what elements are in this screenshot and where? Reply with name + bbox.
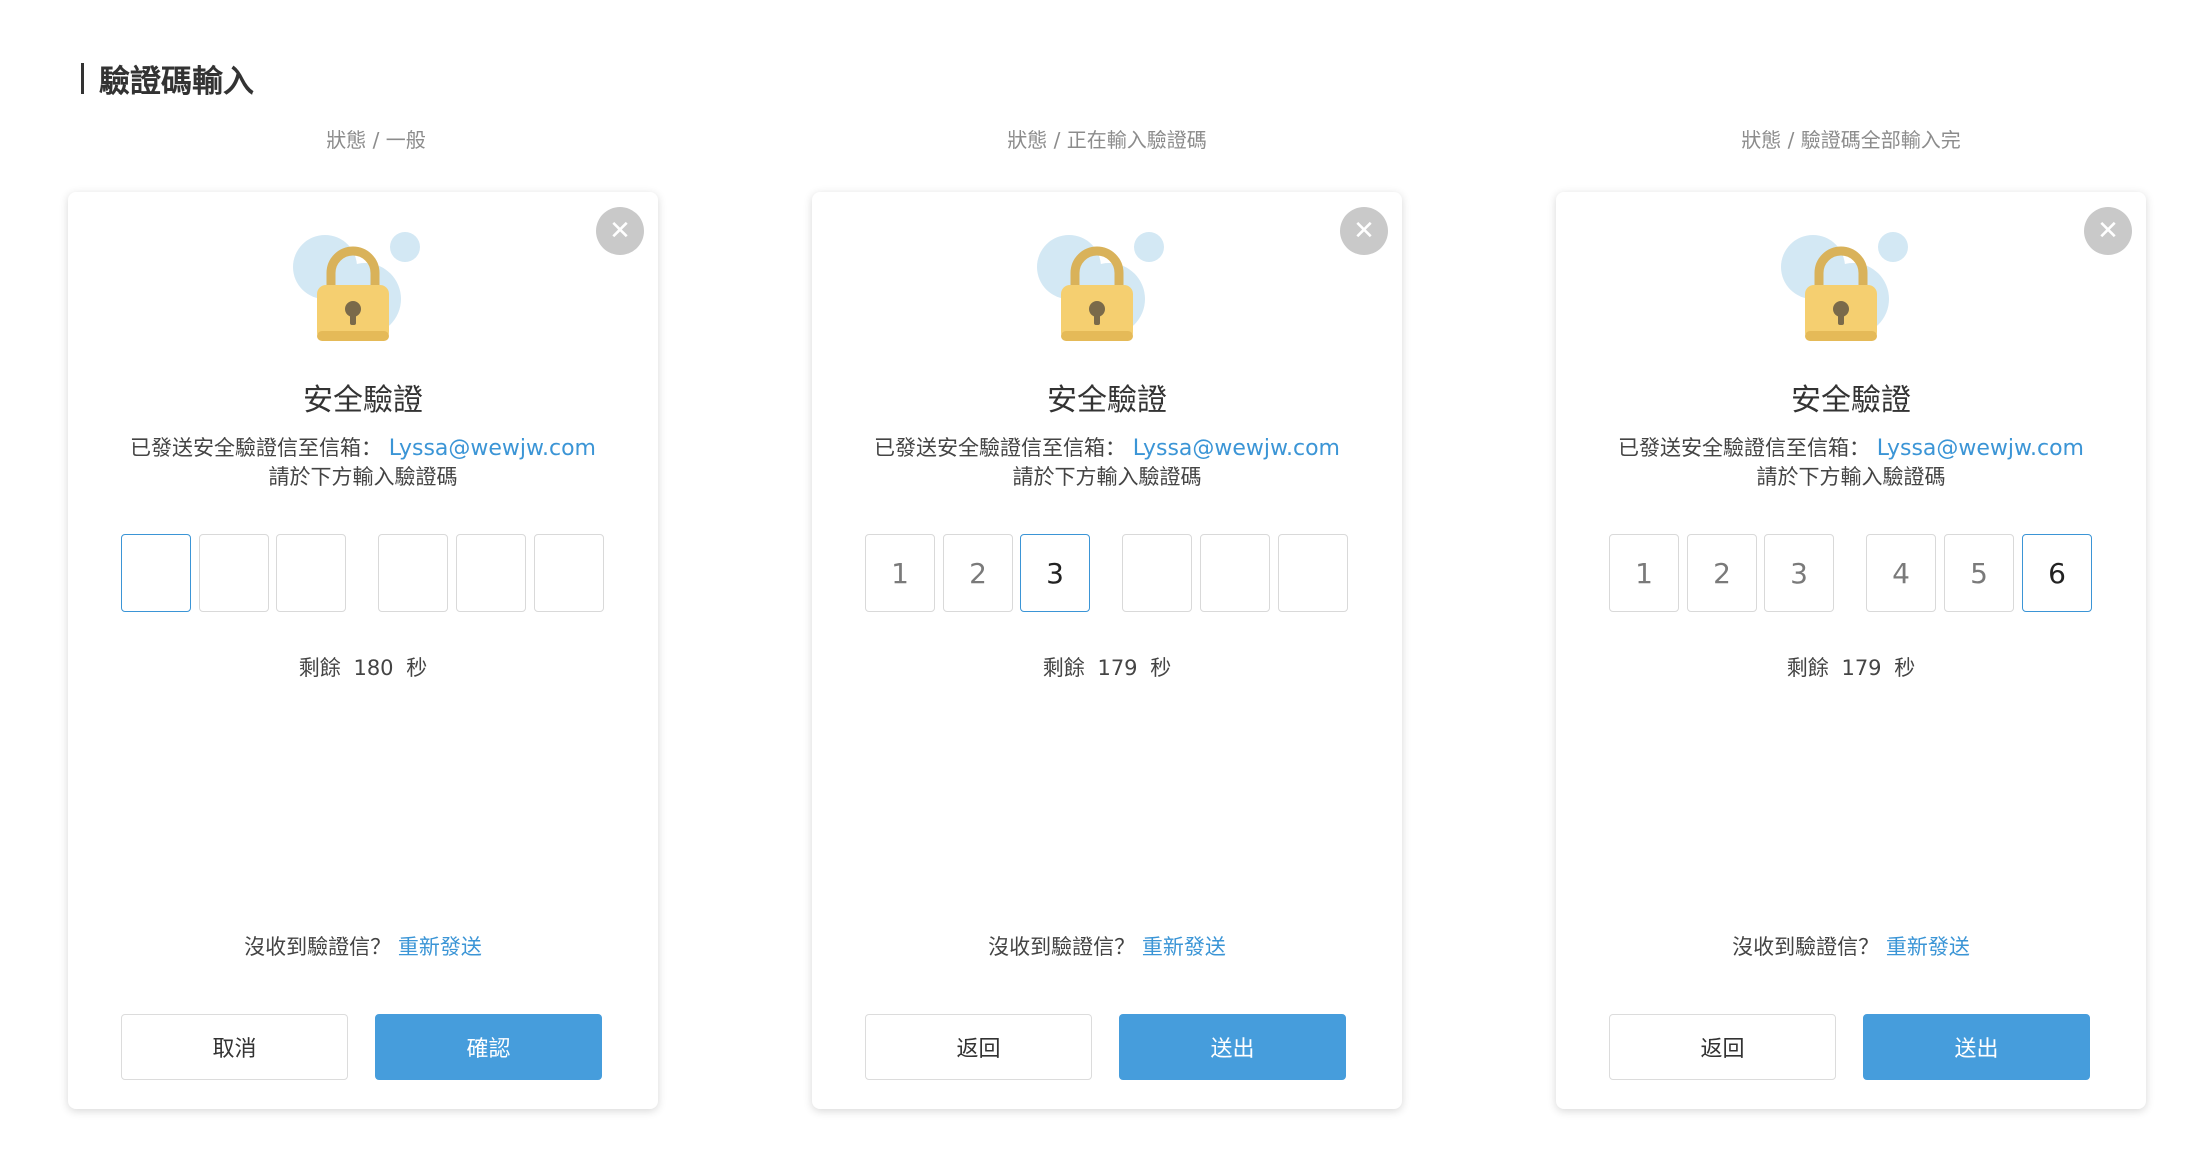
sent-info: 已發送安全驗證信至信箱： Lyssa@wewjw.com bbox=[1556, 432, 2146, 462]
page-title-text: 驗證碼輸入 bbox=[99, 63, 254, 100]
back-button[interactable]: 返回 bbox=[1609, 1014, 1836, 1080]
countdown-timer: 剩餘 180 秒 bbox=[298, 656, 428, 680]
state-label-complete: 狀態 / 驗證碼全部輸入完 bbox=[1741, 128, 1961, 152]
enter-code-instruction: 請於下方輸入驗證碼 bbox=[1012, 465, 1202, 489]
code-digit-4[interactable] bbox=[378, 534, 448, 612]
submit-button[interactable]: 送出 bbox=[1119, 1014, 1346, 1080]
code-digit-1[interactable]: 1 bbox=[865, 534, 935, 612]
code-digit-2[interactable]: 2 bbox=[943, 534, 1013, 612]
card-title: 安全驗證 bbox=[1791, 383, 1911, 418]
code-digit-6[interactable]: 6 bbox=[2022, 534, 2092, 612]
email-address: Lyssa@wewjw.com bbox=[1132, 436, 1340, 461]
countdown-timer: 剩餘 179 秒 bbox=[1786, 656, 1916, 680]
sent-info: 已發送安全驗證信至信箱： Lyssa@wewjw.com bbox=[68, 432, 658, 462]
code-digit-6[interactable] bbox=[534, 534, 604, 612]
email-address: Lyssa@wewjw.com bbox=[1876, 436, 2084, 461]
confirm-button[interactable]: 確認 bbox=[375, 1014, 602, 1080]
card-title: 安全驗證 bbox=[1047, 383, 1167, 418]
sent-info-prefix: 已發送安全驗證信至信箱： bbox=[874, 436, 1127, 460]
resend-prompt: 沒收到驗證信？ bbox=[244, 935, 392, 959]
resend-line: 沒收到驗證信？ 重新發送 bbox=[68, 931, 658, 961]
close-icon[interactable]: ✕ bbox=[596, 207, 644, 255]
code-digit-1[interactable] bbox=[121, 534, 191, 612]
card-title: 安全驗證 bbox=[303, 383, 423, 418]
sent-info-prefix: 已發送安全驗證信至信箱： bbox=[1618, 436, 1871, 460]
code-input-row: 1 2 3 bbox=[865, 534, 1349, 612]
resend-prompt: 沒收到驗證信？ bbox=[1732, 935, 1880, 959]
resend-link[interactable]: 重新發送 bbox=[1886, 935, 1970, 959]
state-label-typing: 狀態 / 正在輸入驗證碼 bbox=[1007, 128, 1207, 152]
verification-card-complete: ✕ 安全驗證 已發送安全驗證信至信箱： Lyssa@wewjw.com 請於下方… bbox=[1556, 192, 2146, 1109]
lock-icon bbox=[1037, 232, 1164, 341]
resend-link[interactable]: 重新發送 bbox=[398, 935, 482, 959]
cancel-button[interactable]: 取消 bbox=[121, 1014, 348, 1080]
back-button[interactable]: 返回 bbox=[865, 1014, 1092, 1080]
code-digit-3[interactable] bbox=[276, 534, 346, 612]
resend-line: 沒收到驗證信？ 重新發送 bbox=[812, 931, 1402, 961]
title-bar-decoration bbox=[81, 62, 84, 94]
code-digit-6[interactable] bbox=[1278, 534, 1348, 612]
code-digit-5[interactable] bbox=[456, 534, 526, 612]
lock-icon bbox=[293, 232, 420, 341]
close-icon[interactable]: ✕ bbox=[2084, 207, 2132, 255]
lock-icon bbox=[1781, 232, 1908, 341]
close-icon[interactable]: ✕ bbox=[1340, 207, 1388, 255]
code-digit-5[interactable]: 5 bbox=[1944, 534, 2014, 612]
resend-line: 沒收到驗證信？ 重新發送 bbox=[1556, 931, 2146, 961]
code-digit-1[interactable]: 1 bbox=[1609, 534, 1679, 612]
sent-info: 已發送安全驗證信至信箱： Lyssa@wewjw.com bbox=[812, 432, 1402, 462]
countdown-timer: 剩餘 179 秒 bbox=[1042, 656, 1172, 680]
resend-prompt: 沒收到驗證信？ bbox=[988, 935, 1136, 959]
code-digit-4[interactable] bbox=[1122, 534, 1192, 612]
code-digit-2[interactable] bbox=[199, 534, 269, 612]
code-digit-2[interactable]: 2 bbox=[1687, 534, 1757, 612]
submit-button[interactable]: 送出 bbox=[1863, 1014, 2090, 1080]
verification-card-normal: ✕ 安全驗證 已發送安全驗證信至信箱： Lyssa@wewjw.com 請於下方… bbox=[68, 192, 658, 1109]
page-title: 驗證碼輸入 bbox=[81, 58, 254, 100]
verification-card-typing: ✕ 安全驗證 已發送安全驗證信至信箱： Lyssa@wewjw.com 請於下方… bbox=[812, 192, 1402, 1109]
code-digit-3[interactable]: 3 bbox=[1764, 534, 1834, 612]
code-input-row bbox=[121, 534, 605, 612]
enter-code-instruction: 請於下方輸入驗證碼 bbox=[1756, 465, 1946, 489]
code-digit-3[interactable]: 3 bbox=[1020, 534, 1090, 612]
code-digit-4[interactable]: 4 bbox=[1866, 534, 1936, 612]
code-digit-5[interactable] bbox=[1200, 534, 1270, 612]
code-input-row: 1 2 3 4 5 6 bbox=[1609, 534, 2093, 612]
state-label-normal: 狀態 / 一般 bbox=[326, 128, 426, 152]
email-address: Lyssa@wewjw.com bbox=[388, 436, 596, 461]
enter-code-instruction: 請於下方輸入驗證碼 bbox=[268, 465, 458, 489]
sent-info-prefix: 已發送安全驗證信至信箱： bbox=[130, 436, 383, 460]
resend-link[interactable]: 重新發送 bbox=[1142, 935, 1226, 959]
